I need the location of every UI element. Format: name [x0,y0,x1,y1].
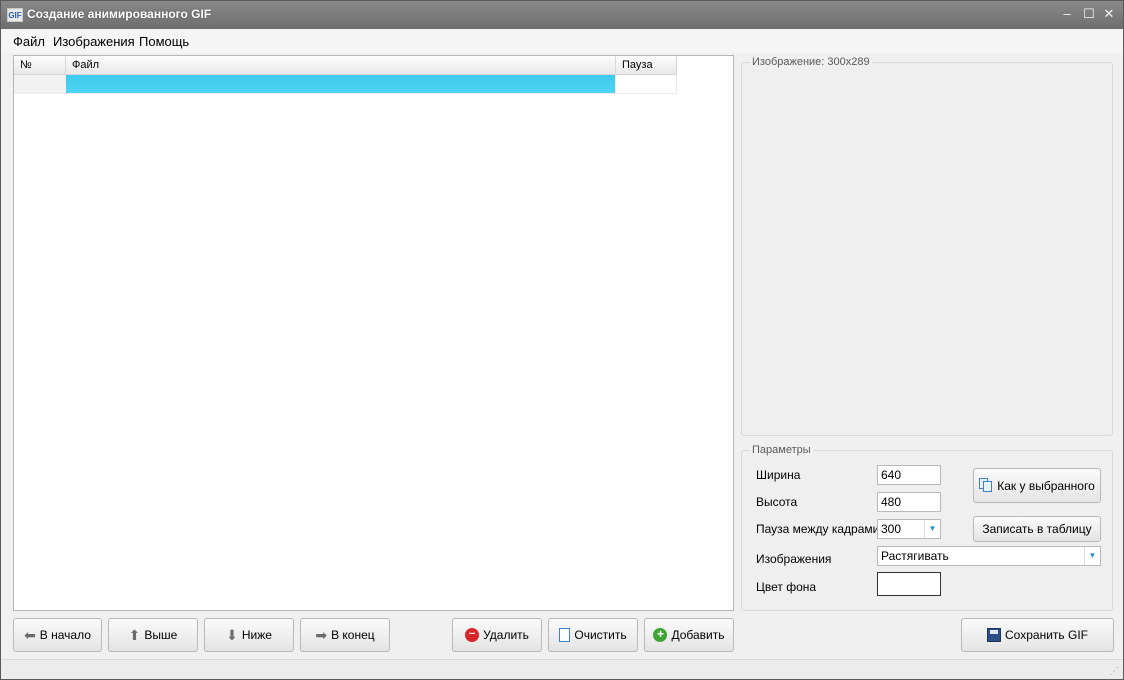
arrow-down-icon: ⬇ [226,627,238,643]
window-title: Создание анимированного GIF [27,7,212,21]
table-header: № Файл Пауза [14,56,677,75]
status-bar: ⋰ [1,659,1123,679]
write-to-table-button[interactable]: Записать в таблицу [973,516,1101,542]
title-bar[interactable]: GIF Создание анимированного GIF – ☐ ✕ [1,1,1123,29]
floppy-disk-icon [987,628,1002,642]
background-color-swatch[interactable] [877,572,941,596]
menu-file[interactable]: Файл [13,34,45,49]
clear-button[interactable]: Очистить [548,618,638,652]
move-to-start-button[interactable]: ⬅ В начало [13,618,102,652]
move-to-start-label: В начало [39,628,91,642]
images-mode-combo[interactable]: Растягивать ▼ [877,546,1101,566]
move-down-label: Ниже [241,628,272,642]
column-header-pause[interactable]: Пауза [616,56,677,75]
add-button[interactable]: + Добавить [644,618,734,652]
cell-file-selected[interactable] [66,75,616,94]
table-row[interactable] [14,75,677,94]
preview-panel: Изображение: 300x289 [741,56,1113,436]
height-input[interactable]: 480 [877,492,941,512]
document-icon [559,628,571,642]
gif-app-icon: GIF [7,8,23,22]
minimize-button[interactable]: – [1057,5,1077,23]
clear-label: Очистить [574,628,627,642]
delete-icon: − [465,628,480,642]
arrow-up-icon: ⬆ [128,627,141,643]
pause-label: Пауза между кадрами [756,522,880,536]
height-label: Высота [756,495,798,509]
move-up-label: Выше [144,628,178,642]
cell-number[interactable] [14,75,66,94]
width-label: Ширина [756,468,801,482]
move-to-end-button[interactable]: ➡ В конец [300,618,390,652]
frames-table[interactable]: № Файл Пауза [13,55,734,611]
maximize-button[interactable]: ☐ [1079,5,1099,23]
add-icon: + [653,628,668,642]
same-as-selected-label: Как у выбранного [997,478,1095,493]
cell-pause[interactable] [616,75,677,94]
save-gif-button[interactable]: Сохранить GIF [961,618,1114,652]
write-to-table-label: Записать в таблицу [982,522,1092,536]
arrow-left-icon: ⬅ [24,627,36,643]
chevron-down-icon[interactable]: ▼ [1084,547,1100,565]
save-gif-label: Сохранить GIF [1005,628,1088,642]
pause-combo[interactable]: 300 ▼ [877,519,941,539]
images-mode-label: Изображения [756,552,832,566]
delete-label: Удалить [483,628,529,642]
column-header-file[interactable]: Файл [66,56,616,75]
preview-label: Изображение: 300x289 [750,56,872,68]
delete-button[interactable]: − Удалить [452,618,542,652]
background-color-label: Цвет фона [756,580,817,594]
menu-images[interactable]: Изображения [53,34,135,49]
chevron-down-icon[interactable]: ▼ [924,520,940,538]
width-input[interactable]: 640 [877,465,941,485]
same-as-selected-button[interactable]: Как у выбранного [973,468,1101,503]
resize-grip-icon[interactable]: ⋰ [1109,666,1119,677]
close-button[interactable]: ✕ [1099,5,1119,23]
parameters-label: Параметры [750,444,813,456]
main-window: GIF Создание анимированного GIF – ☐ ✕ Фа… [0,0,1124,680]
arrow-right-icon: ➡ [315,627,328,643]
parameters-panel: Параметры Ширина 640 Высота 480 Пауза ме… [741,444,1113,611]
pause-value: 300 [881,522,902,536]
menu-bar: Файл Изображения Помощь [1,29,1123,53]
column-header-number[interactable]: № [14,56,66,75]
menu-help[interactable]: Помощь [139,34,189,49]
copy-icon [979,478,993,493]
move-to-end-label: В конец [331,628,375,642]
move-down-button[interactable]: ⬇ Ниже [204,618,294,652]
move-up-button[interactable]: ⬆ Выше [108,618,198,652]
images-mode-value: Растягивать [881,549,949,563]
add-label: Добавить [671,628,725,642]
